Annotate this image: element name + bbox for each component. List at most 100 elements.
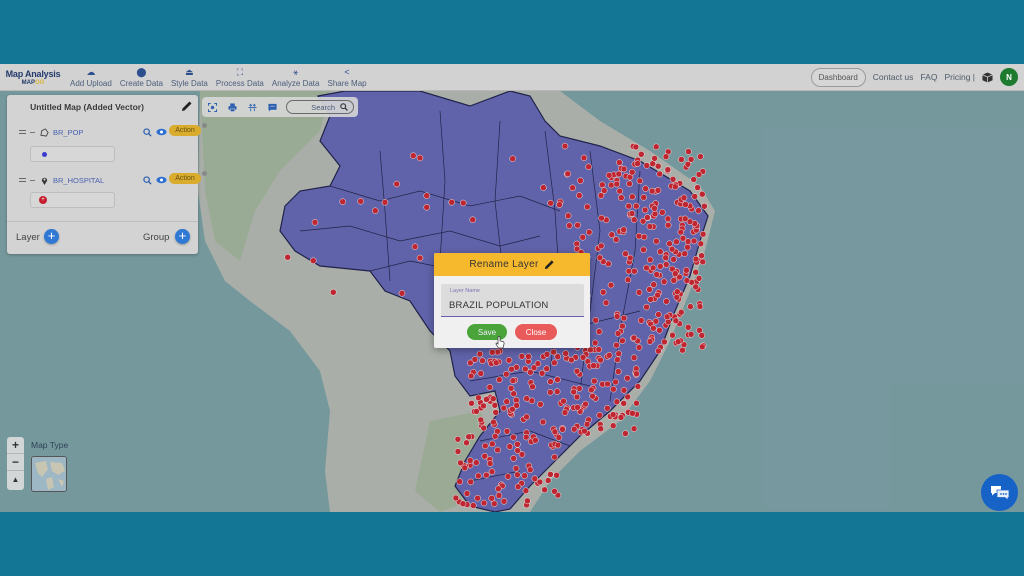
hospital-point[interactable] [583, 420, 591, 428]
hospital-point[interactable] [646, 338, 654, 345]
hospital-point[interactable] [602, 299, 610, 307]
hospital-point[interactable] [654, 187, 662, 194]
hospital-point[interactable] [612, 236, 620, 243]
hospital-point[interactable] [584, 203, 591, 211]
hospital-point[interactable] [646, 223, 654, 230]
user-avatar[interactable]: N [1000, 68, 1018, 86]
hospital-point[interactable] [483, 396, 490, 403]
hospital-point[interactable] [471, 356, 479, 363]
hospital-point[interactable] [579, 354, 587, 361]
hospital-point[interactable] [562, 350, 569, 357]
hospital-point[interactable] [622, 250, 629, 258]
hospital-point[interactable] [669, 176, 677, 183]
action-button[interactable]: Action [169, 173, 201, 184]
hospital-point[interactable] [678, 308, 685, 316]
hospital-point[interactable] [596, 412, 603, 419]
hospital-point[interactable] [541, 486, 548, 494]
hospital-point[interactable] [613, 313, 621, 320]
hospital-point[interactable] [691, 193, 698, 200]
hospital-point[interactable] [510, 455, 517, 462]
hospital-point[interactable] [470, 502, 477, 509]
hospital-point[interactable] [544, 477, 552, 484]
hospital-point[interactable] [598, 214, 605, 222]
hospital-point[interactable] [469, 216, 476, 223]
hospital-point[interactable] [690, 237, 698, 245]
hospital-point[interactable] [577, 177, 584, 184]
contact-link[interactable]: Contact us [873, 72, 914, 82]
hospital-point[interactable] [495, 492, 503, 499]
hospital-point[interactable] [652, 318, 660, 325]
drag-handle-icon[interactable] [19, 178, 26, 182]
hospital-point[interactable] [540, 184, 547, 191]
hospital-point[interactable] [509, 155, 516, 162]
hospital-point[interactable] [669, 331, 676, 339]
map-search-button[interactable]: Search [286, 100, 354, 114]
hospital-point[interactable] [508, 365, 515, 373]
hospital-point[interactable] [532, 436, 539, 444]
hospital-point[interactable] [494, 446, 501, 454]
hospital-point[interactable] [448, 199, 455, 206]
hospital-point[interactable] [625, 202, 632, 210]
hospital-point[interactable] [372, 207, 379, 214]
visibility-eye-icon[interactable] [156, 128, 167, 136]
close-button[interactable]: Close [515, 324, 557, 340]
hospital-point[interactable] [554, 353, 561, 360]
hospital-point[interactable] [616, 159, 623, 166]
hospital-point[interactable] [518, 353, 526, 360]
action-button[interactable]: Action [169, 125, 201, 136]
hospital-point[interactable] [628, 168, 636, 176]
hospital-point[interactable] [612, 378, 619, 386]
hospital-point[interactable] [695, 207, 702, 214]
hospital-point[interactable] [547, 471, 554, 478]
hospital-point[interactable] [491, 500, 498, 507]
hospital-point[interactable] [699, 258, 707, 266]
hospital-point[interactable] [674, 338, 682, 345]
zoom-out-button[interactable]: − [7, 454, 24, 471]
hospital-point[interactable] [663, 313, 671, 321]
hospital-point[interactable] [463, 490, 471, 497]
hospital-point[interactable] [490, 395, 497, 402]
hospital-point[interactable] [633, 202, 640, 210]
hospital-point[interactable] [618, 194, 625, 201]
hospital-point[interactable] [597, 242, 605, 250]
hospital-point[interactable] [681, 215, 689, 223]
hospital-point[interactable] [460, 199, 467, 207]
hospital-point[interactable] [614, 330, 622, 337]
hospital-point[interactable] [454, 448, 462, 455]
hospital-point[interactable] [643, 264, 650, 272]
hospital-point[interactable] [609, 411, 617, 418]
hospital-point[interactable] [698, 332, 706, 339]
hospital-point[interactable] [580, 154, 588, 162]
hospital-point[interactable] [489, 440, 496, 448]
hospital-point[interactable] [637, 317, 645, 324]
layer-name[interactable]: BR_POP [53, 128, 83, 137]
hospital-point[interactable] [551, 488, 558, 495]
hospital-point[interactable] [651, 155, 658, 162]
hospital-point[interactable] [526, 466, 534, 474]
hospital-point[interactable] [643, 162, 651, 169]
hospital-point[interactable] [608, 231, 616, 238]
hospital-point[interactable] [483, 471, 490, 479]
hospital-point[interactable] [564, 170, 572, 178]
hospital-point[interactable] [510, 434, 517, 441]
hospital-point[interactable] [574, 404, 581, 411]
hospital-point[interactable] [522, 487, 530, 494]
hospital-point[interactable] [570, 388, 577, 396]
hospital-point[interactable] [410, 152, 417, 159]
hospital-point[interactable] [696, 303, 704, 310]
hospital-point[interactable] [465, 433, 472, 441]
hospital-point[interactable] [503, 428, 511, 435]
hospital-point[interactable] [670, 277, 678, 284]
layer-name-field[interactable]: Layer Name [441, 284, 584, 317]
hospital-point[interactable] [692, 283, 699, 291]
hospital-point[interactable] [606, 352, 613, 359]
hospital-point[interactable] [687, 331, 695, 338]
hospital-point[interactable] [615, 170, 623, 178]
hospital-point[interactable] [664, 221, 672, 229]
hospital-point[interactable] [597, 192, 605, 199]
hospital-point[interactable] [624, 276, 632, 284]
hospital-point[interactable] [656, 170, 663, 178]
hospital-point[interactable] [636, 177, 644, 185]
hospital-point[interactable] [650, 281, 657, 288]
hospital-point[interactable] [657, 263, 664, 270]
